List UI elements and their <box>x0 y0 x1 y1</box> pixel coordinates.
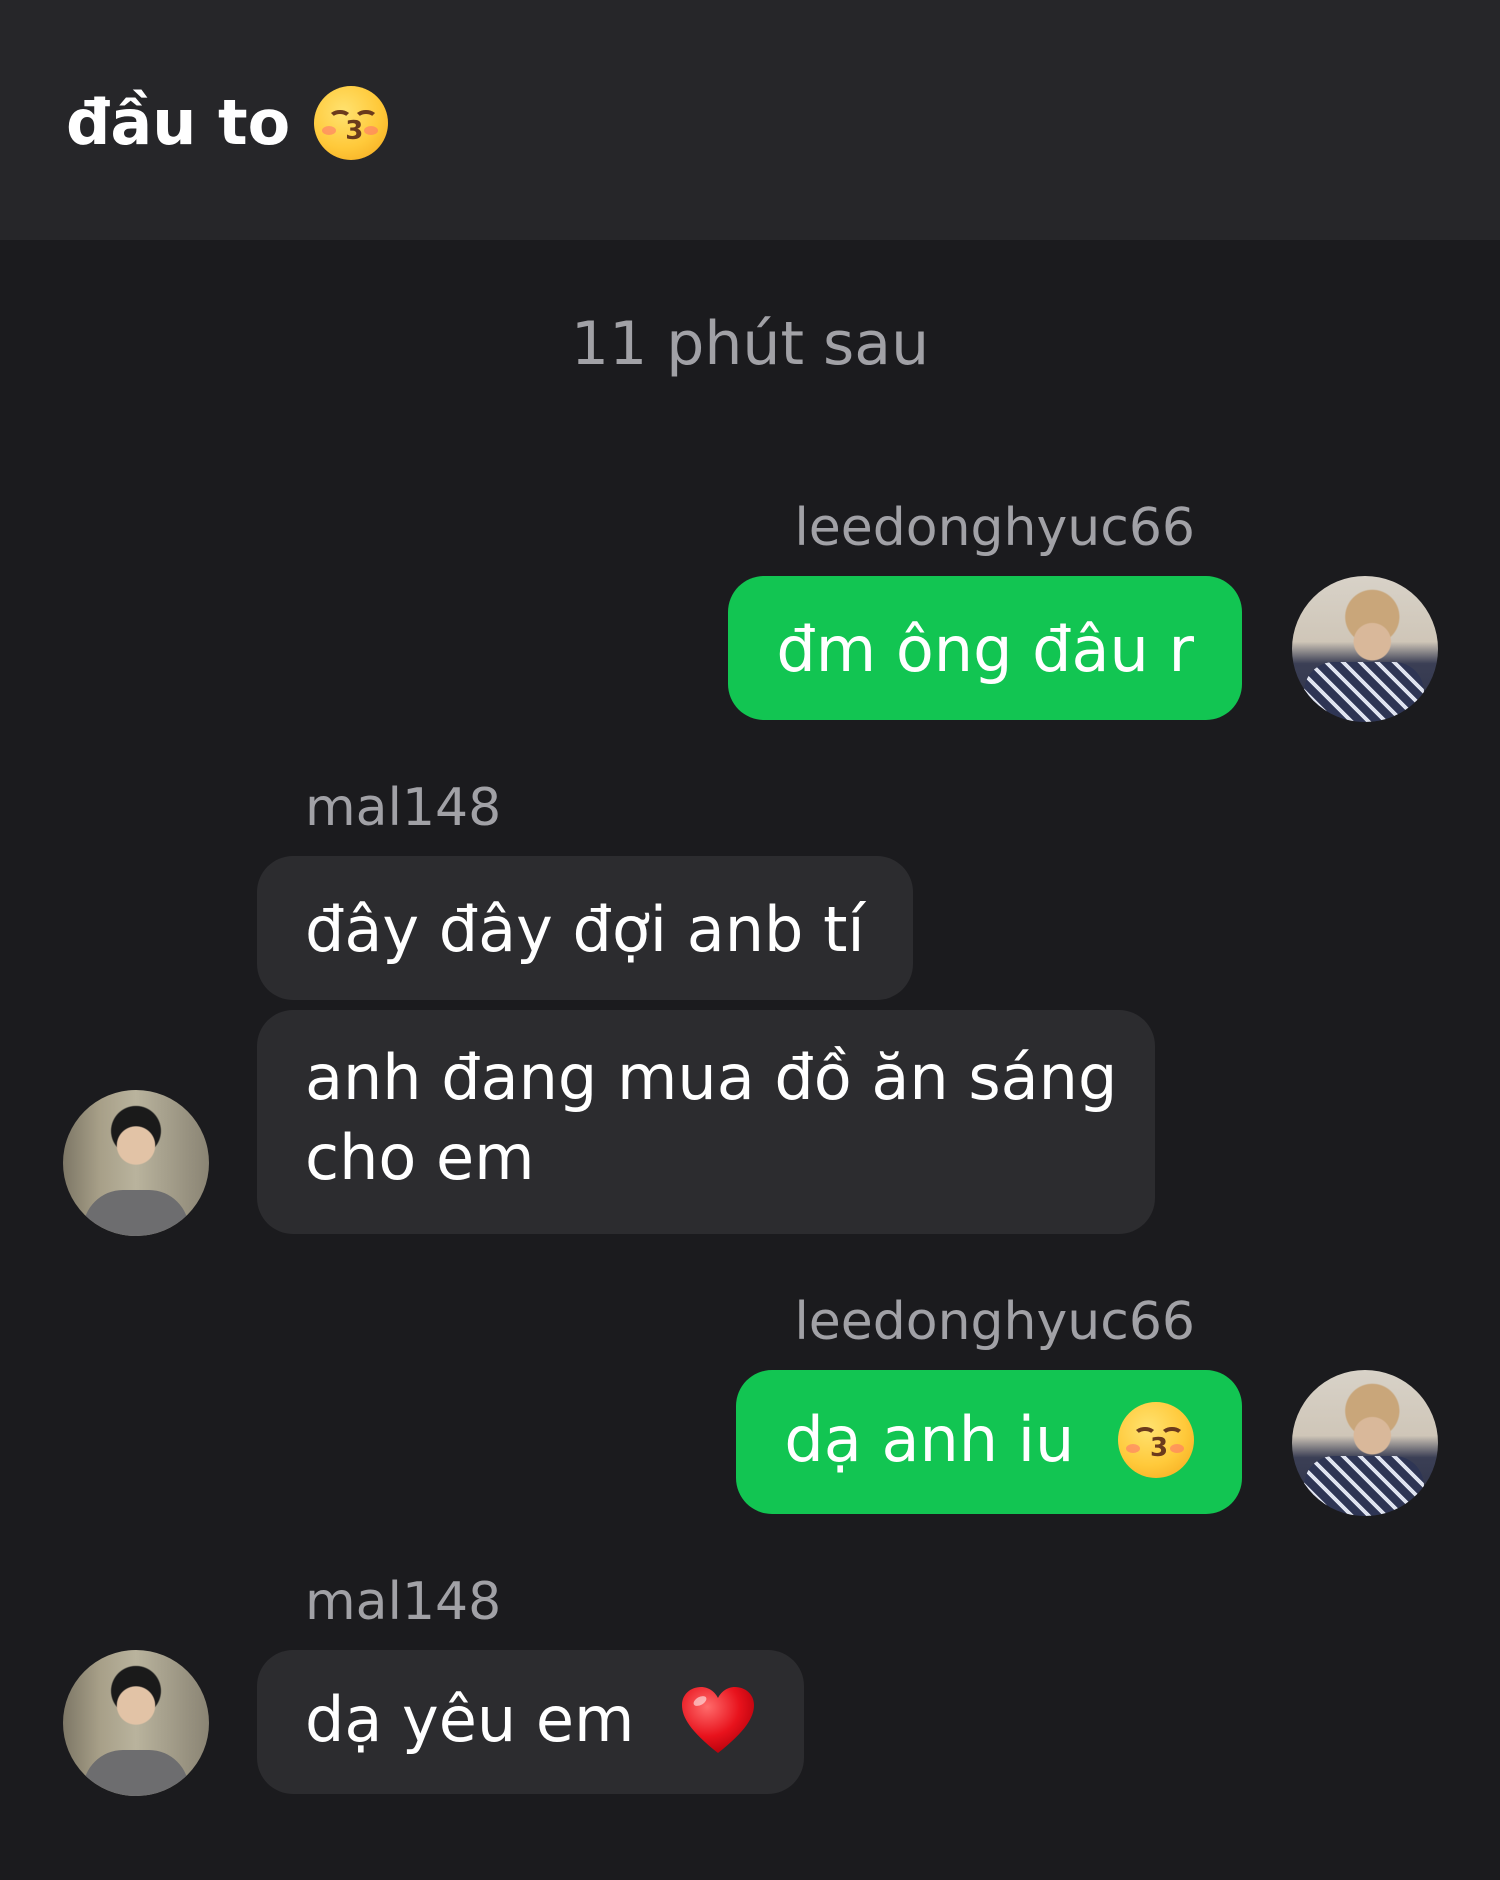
kissing-face-icon: 3 <box>314 86 389 160</box>
message-bubble-incoming[interactable]: đây đây đợi anb tí <box>257 856 913 1000</box>
message-text: dạ anh iu <box>784 1402 1075 1476</box>
message-bubble-incoming[interactable]: anh đang mua đồ ăn sáng cho em <box>257 1010 1155 1234</box>
message-text: đm ông đâu r <box>776 612 1194 686</box>
chat-header: đầu to 3 <box>0 0 1500 240</box>
message-text: anh đang mua đồ ăn sáng <box>305 1041 1118 1114</box>
sender-name: leedonghyuc66 <box>794 1292 1195 1352</box>
sender-name: mal148 <box>305 778 502 838</box>
message-text: cho em <box>305 1121 535 1194</box>
message-text: dạ yêu em <box>305 1682 635 1756</box>
sender-name: mal148 <box>305 1572 502 1632</box>
chat-title-text: đầu to <box>66 86 291 159</box>
timestamp-divider: 11 phút sau <box>570 309 930 379</box>
sender-name: leedonghyuc66 <box>794 498 1195 558</box>
avatar[interactable] <box>63 1650 209 1796</box>
avatar[interactable] <box>63 1090 209 1236</box>
avatar[interactable] <box>1292 1370 1438 1516</box>
red-heart-icon <box>680 1685 756 1755</box>
message-bubble-outgoing[interactable]: dạ anh iu 3 <box>736 1370 1242 1514</box>
avatar[interactable] <box>1292 576 1438 722</box>
message-bubble-outgoing[interactable]: đm ông đâu r <box>728 576 1242 720</box>
message-bubble-incoming[interactable]: dạ yêu em <box>257 1650 805 1794</box>
chat-title[interactable]: đầu to 3 <box>66 78 389 168</box>
message-text: đây đây đợi anb tí <box>305 892 865 966</box>
kissing-face-icon: 3 <box>1118 1401 1194 1478</box>
